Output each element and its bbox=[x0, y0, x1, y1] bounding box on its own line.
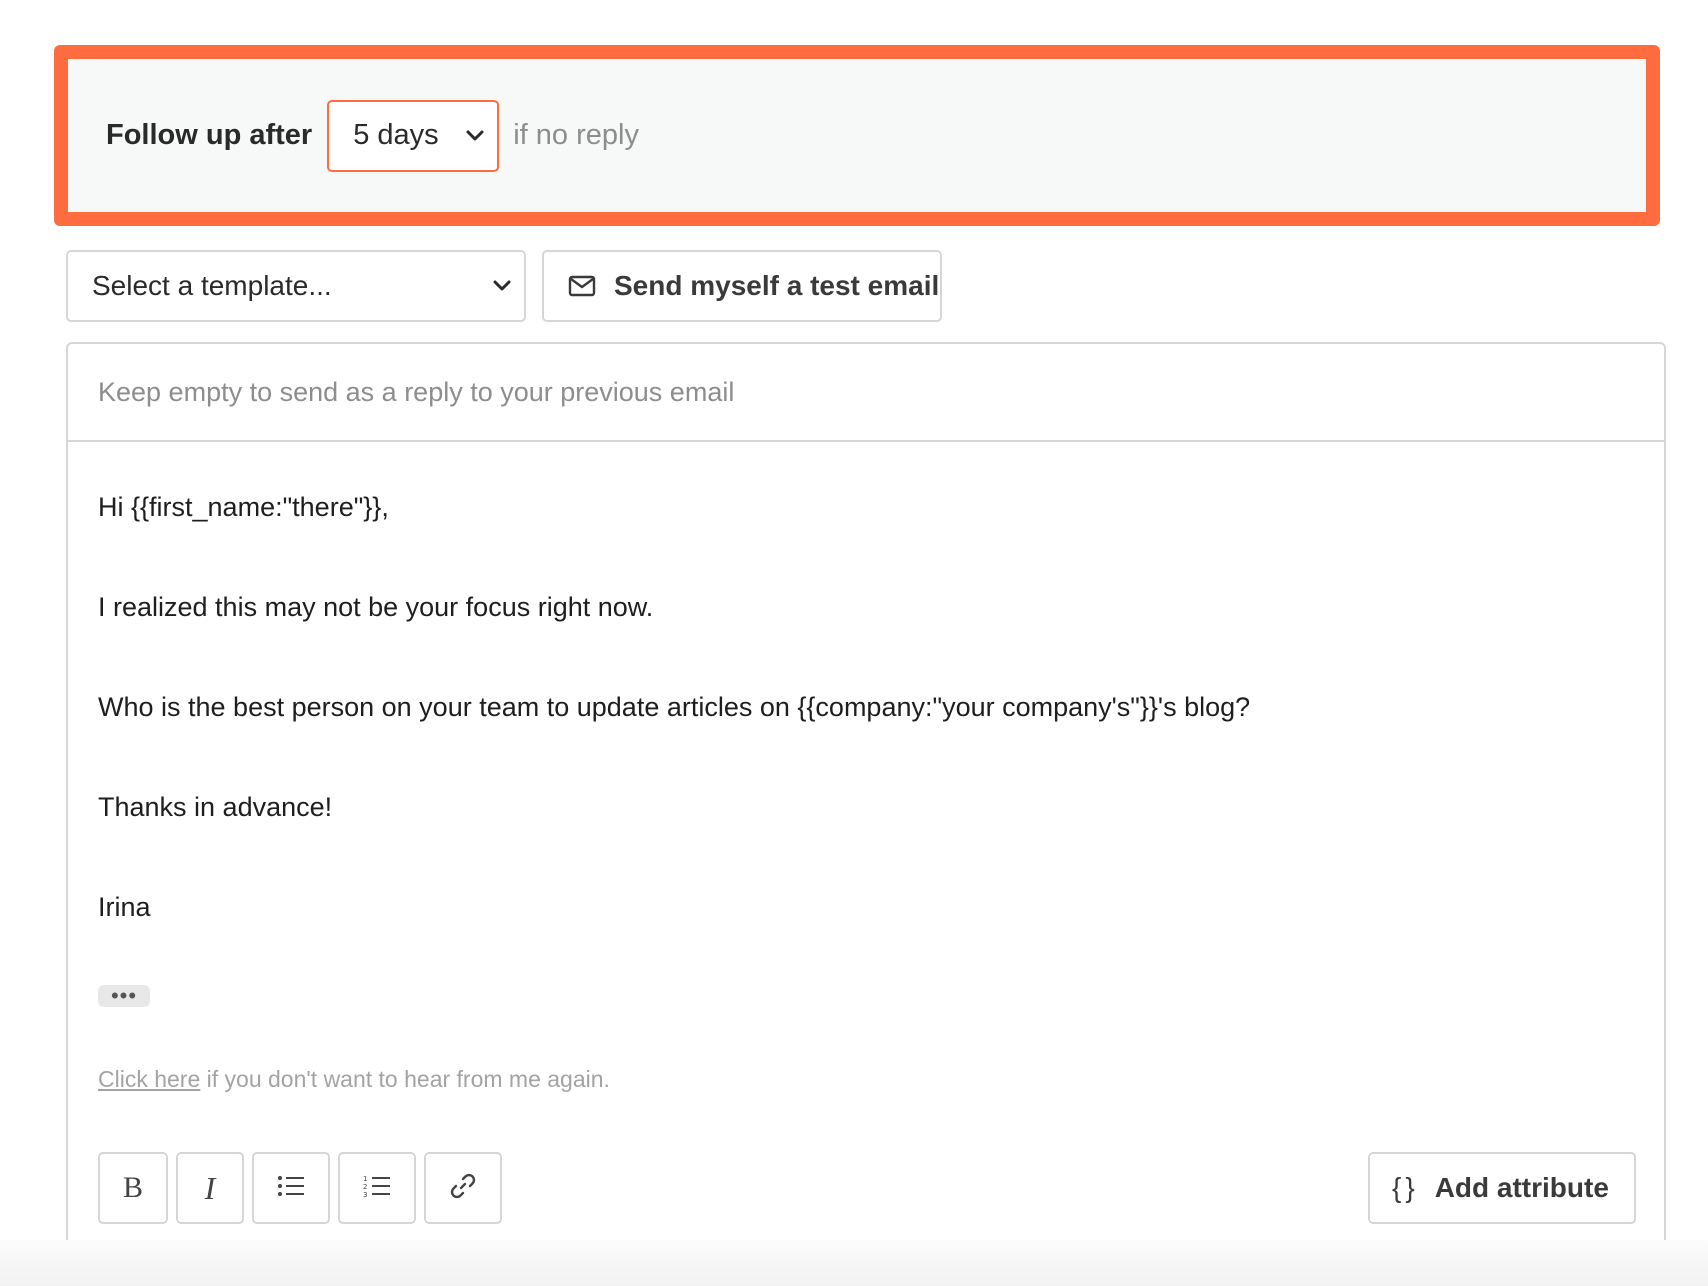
send-test-email-label: Send myself a test email bbox=[614, 270, 940, 301]
unsubscribe-text: if you don't want to hear from me again. bbox=[200, 1066, 610, 1092]
svg-text:2: 2 bbox=[363, 1183, 367, 1191]
bold-icon: B bbox=[122, 1171, 143, 1204]
numbered-list-button[interactable]: 1 2 3 bbox=[338, 1152, 416, 1224]
followup-delay-panel: Follow up after 5 days if no reply bbox=[54, 45, 1660, 226]
no-reply-label: if no reply bbox=[513, 119, 639, 151]
add-attribute-button[interactable]: {} Add attribute bbox=[1368, 1152, 1636, 1224]
body-line: I realized this may not be your focus ri… bbox=[98, 592, 654, 622]
page-bottom-edge bbox=[0, 1240, 1708, 1286]
body-line: Who is the best person on your team to u… bbox=[98, 692, 1251, 722]
svg-text:1: 1 bbox=[363, 1175, 367, 1183]
delay-select[interactable]: 5 days bbox=[327, 99, 500, 172]
add-attribute-label: Add attribute bbox=[1434, 1172, 1609, 1203]
template-select[interactable]: Select a template... bbox=[66, 250, 526, 322]
link-button[interactable] bbox=[424, 1152, 502, 1224]
numbered-list-icon: 1 2 3 bbox=[363, 1174, 391, 1203]
email-editor: Keep empty to send as a reply to your pr… bbox=[66, 342, 1666, 1256]
bulleted-list-button[interactable] bbox=[252, 1152, 330, 1224]
unsubscribe-line: Click here if you don't want to hear fro… bbox=[98, 1066, 1634, 1093]
send-test-email-button[interactable]: Send myself a test email bbox=[542, 250, 942, 322]
email-body[interactable]: Hi {{first_name:"there"}}, I realized th… bbox=[68, 442, 1664, 1093]
bulleted-list-icon bbox=[277, 1175, 305, 1202]
chevron-down-icon bbox=[492, 279, 512, 293]
followup-step-editor: Follow up after 5 days if no reply Selec… bbox=[0, 0, 1708, 1286]
chevron-down-icon bbox=[465, 129, 485, 143]
braces-icon: {} bbox=[1392, 1172, 1419, 1203]
unsubscribe-link[interactable]: Click here bbox=[98, 1066, 200, 1092]
bold-button[interactable]: B bbox=[98, 1152, 168, 1224]
delay-select-value: 5 days bbox=[353, 119, 439, 151]
svg-text:3: 3 bbox=[363, 1191, 367, 1198]
body-line-signature: Irina bbox=[98, 892, 151, 922]
italic-button[interactable]: I bbox=[176, 1152, 244, 1224]
formatting-toolbar: B I 1 2 3 bbox=[98, 1152, 510, 1224]
subject-input[interactable]: Keep empty to send as a reply to your pr… bbox=[68, 344, 1664, 442]
show-trimmed-content-button[interactable]: ••• bbox=[98, 985, 150, 1007]
italic-icon: I bbox=[204, 1169, 216, 1206]
body-line: Thanks in advance! bbox=[98, 792, 333, 822]
followup-label: Follow up after bbox=[106, 119, 313, 151]
body-line-greeting: Hi {{first_name:"there"}}, bbox=[98, 492, 389, 522]
envelope-icon bbox=[568, 275, 596, 297]
link-icon bbox=[450, 1173, 476, 1204]
template-select-placeholder: Select a template... bbox=[92, 270, 332, 301]
